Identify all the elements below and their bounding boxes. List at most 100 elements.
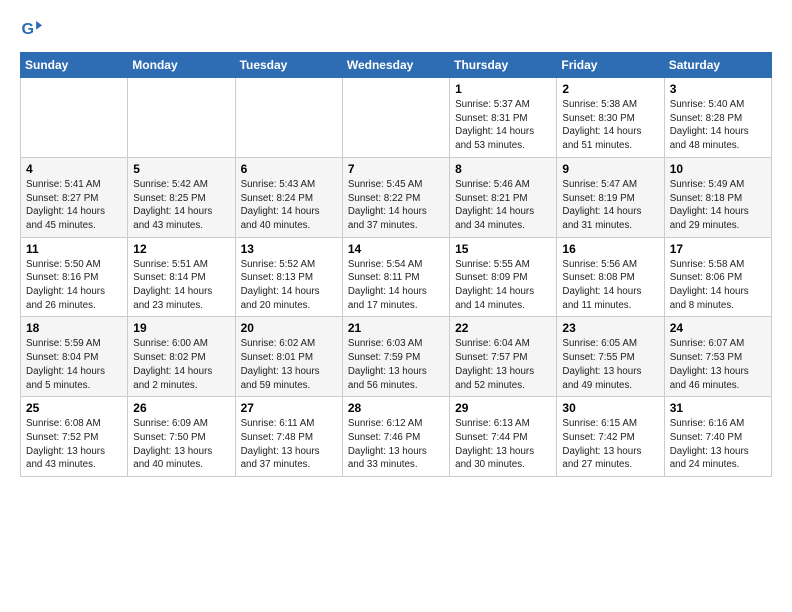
weekday-header-friday: Friday	[557, 53, 664, 78]
day-info: Sunrise: 5:41 AM Sunset: 8:27 PM Dayligh…	[26, 178, 122, 233]
day-number: 25	[26, 401, 122, 415]
calendar-cell: 3Sunrise: 5:40 AM Sunset: 8:28 PM Daylig…	[664, 78, 771, 158]
calendar-cell: 31Sunrise: 6:16 AM Sunset: 7:40 PM Dayli…	[664, 397, 771, 477]
day-number: 4	[26, 162, 122, 176]
calendar-cell: 18 Sunrise: 5:59 AM Sunset: 8:04 PM Dayli…	[21, 317, 128, 397]
day-info: Sunrise: 6:02 AM Sunset: 8:01 PM Dayligh…	[241, 337, 337, 392]
calendar-cell: 25 Sunrise: 6:08 AM Sunset: 7:52 PM Dayli…	[21, 397, 128, 477]
calendar-cell: 27 Sunrise: 6:11 AM Sunset: 7:48 PM Dayli…	[235, 397, 342, 477]
calendar-cell: 16 Sunrise: 5:56 AM Sunset: 8:08 PM Dayli…	[557, 237, 664, 317]
day-info: Sunrise: 6:03 AM Sunset: 7:59 PM Dayligh…	[348, 337, 444, 392]
day-number: 16	[562, 242, 658, 256]
day-number: 24	[670, 321, 766, 335]
day-info: Sunrise: 6:11 AM Sunset: 7:48 PM Dayligh…	[241, 417, 337, 472]
calendar-cell	[235, 78, 342, 158]
logo: G	[20, 18, 46, 40]
day-number: 28	[348, 401, 444, 415]
day-info: Sunrise: 5:49 AM Sunset: 8:18 PM Dayligh…	[670, 178, 766, 233]
weekday-header-saturday: Saturday	[664, 53, 771, 78]
day-number: 31	[670, 401, 766, 415]
day-info: Sunrise: 5:56 AM Sunset: 8:08 PM Dayligh…	[562, 258, 658, 313]
day-number: 26	[133, 401, 229, 415]
day-number: 18	[26, 321, 122, 335]
day-info: Sunrise: 6:08 AM Sunset: 7:52 PM Dayligh…	[26, 417, 122, 472]
day-info: Sunrise: 5:46 AM Sunset: 8:21 PM Dayligh…	[455, 178, 551, 233]
page: G SundayMondayTuesdayWednesdayThursdayFr…	[0, 0, 792, 487]
svg-text:G: G	[21, 20, 34, 38]
calendar-week-row: 11 Sunrise: 5:50 AM Sunset: 8:16 PM Dayli…	[21, 237, 772, 317]
day-number: 20	[241, 321, 337, 335]
calendar-cell: 30 Sunrise: 6:15 AM Sunset: 7:42 PM Dayli…	[557, 397, 664, 477]
day-info: Sunrise: 6:15 AM Sunset: 7:42 PM Dayligh…	[562, 417, 658, 472]
day-info: Sunrise: 6:05 AM Sunset: 7:55 PM Dayligh…	[562, 337, 658, 392]
header: G	[20, 18, 772, 40]
day-number: 15	[455, 242, 551, 256]
day-number: 23	[562, 321, 658, 335]
day-number: 27	[241, 401, 337, 415]
day-info: Sunrise: 6:00 AM Sunset: 8:02 PM Dayligh…	[133, 337, 229, 392]
day-info: Sunrise: 5:45 AM Sunset: 8:22 PM Dayligh…	[348, 178, 444, 233]
day-number: 1	[455, 82, 551, 96]
calendar-cell: 10 Sunrise: 5:49 AM Sunset: 8:18 PM Dayli…	[664, 157, 771, 237]
calendar-cell: 12Sunrise: 5:51 AM Sunset: 8:14 PM Dayli…	[128, 237, 235, 317]
calendar-cell: 21Sunrise: 6:03 AM Sunset: 7:59 PM Dayli…	[342, 317, 449, 397]
day-number: 5	[133, 162, 229, 176]
day-info: Sunrise: 6:12 AM Sunset: 7:46 PM Dayligh…	[348, 417, 444, 472]
day-info: Sunrise: 6:13 AM Sunset: 7:44 PM Dayligh…	[455, 417, 551, 472]
calendar-cell: 1 Sunrise: 5:37 AM Sunset: 8:31 PM Daylig…	[450, 78, 557, 158]
calendar-cell: 20 Sunrise: 6:02 AM Sunset: 8:01 PM Dayli…	[235, 317, 342, 397]
day-info: Sunrise: 5:43 AM Sunset: 8:24 PM Dayligh…	[241, 178, 337, 233]
calendar-cell: 8 Sunrise: 5:46 AM Sunset: 8:21 PM Daylig…	[450, 157, 557, 237]
calendar-cell: 15Sunrise: 5:55 AM Sunset: 8:09 PM Dayli…	[450, 237, 557, 317]
calendar-week-row: 1 Sunrise: 5:37 AM Sunset: 8:31 PM Daylig…	[21, 78, 772, 158]
day-number: 19	[133, 321, 229, 335]
day-info: Sunrise: 5:40 AM Sunset: 8:28 PM Dayligh…	[670, 98, 766, 153]
weekday-header-sunday: Sunday	[21, 53, 128, 78]
calendar-week-row: 25 Sunrise: 6:08 AM Sunset: 7:52 PM Dayli…	[21, 397, 772, 477]
calendar-cell: 2 Sunrise: 5:38 AM Sunset: 8:30 PM Daylig…	[557, 78, 664, 158]
calendar-cell: 4 Sunrise: 5:41 AM Sunset: 8:27 PM Daylig…	[21, 157, 128, 237]
day-info: Sunrise: 5:59 AM Sunset: 8:04 PM Dayligh…	[26, 337, 122, 392]
day-number: 22	[455, 321, 551, 335]
day-number: 29	[455, 401, 551, 415]
day-info: Sunrise: 5:42 AM Sunset: 8:25 PM Dayligh…	[133, 178, 229, 233]
calendar-cell: 17 Sunrise: 5:58 AM Sunset: 8:06 PM Dayli…	[664, 237, 771, 317]
day-number: 12	[133, 242, 229, 256]
day-number: 14	[348, 242, 444, 256]
calendar-cell: 24Sunrise: 6:07 AM Sunset: 7:53 PM Dayli…	[664, 317, 771, 397]
calendar-table: SundayMondayTuesdayWednesdayThursdayFrid…	[20, 52, 772, 477]
calendar-cell: 7 Sunrise: 5:45 AM Sunset: 8:22 PM Daylig…	[342, 157, 449, 237]
day-number: 9	[562, 162, 658, 176]
calendar-week-row: 18 Sunrise: 5:59 AM Sunset: 8:04 PM Dayli…	[21, 317, 772, 397]
weekday-header-monday: Monday	[128, 53, 235, 78]
day-number: 2	[562, 82, 658, 96]
calendar-cell: 9 Sunrise: 5:47 AM Sunset: 8:19 PM Daylig…	[557, 157, 664, 237]
calendar-cell: 13 Sunrise: 5:52 AM Sunset: 8:13 PM Dayli…	[235, 237, 342, 317]
day-number: 10	[670, 162, 766, 176]
day-number: 13	[241, 242, 337, 256]
calendar-cell: 29 Sunrise: 6:13 AM Sunset: 7:44 PM Dayli…	[450, 397, 557, 477]
day-number: 8	[455, 162, 551, 176]
day-info: Sunrise: 5:58 AM Sunset: 8:06 PM Dayligh…	[670, 258, 766, 313]
day-info: Sunrise: 6:09 AM Sunset: 7:50 PM Dayligh…	[133, 417, 229, 472]
day-info: Sunrise: 5:47 AM Sunset: 8:19 PM Dayligh…	[562, 178, 658, 233]
calendar-week-row: 4 Sunrise: 5:41 AM Sunset: 8:27 PM Daylig…	[21, 157, 772, 237]
calendar-cell	[342, 78, 449, 158]
day-info: Sunrise: 5:38 AM Sunset: 8:30 PM Dayligh…	[562, 98, 658, 153]
day-info: Sunrise: 6:04 AM Sunset: 7:57 PM Dayligh…	[455, 337, 551, 392]
day-info: Sunrise: 5:52 AM Sunset: 8:13 PM Dayligh…	[241, 258, 337, 313]
day-number: 17	[670, 242, 766, 256]
logo-icon: G	[20, 18, 42, 40]
day-number: 7	[348, 162, 444, 176]
calendar-cell	[21, 78, 128, 158]
day-number: 30	[562, 401, 658, 415]
day-number: 6	[241, 162, 337, 176]
calendar-cell: 26 Sunrise: 6:09 AM Sunset: 7:50 PM Dayli…	[128, 397, 235, 477]
day-info: Sunrise: 5:54 AM Sunset: 8:11 PM Dayligh…	[348, 258, 444, 313]
day-info: Sunrise: 5:50 AM Sunset: 8:16 PM Dayligh…	[26, 258, 122, 313]
calendar-cell: 6 Sunrise: 5:43 AM Sunset: 8:24 PM Daylig…	[235, 157, 342, 237]
day-number: 11	[26, 242, 122, 256]
day-info: Sunrise: 5:37 AM Sunset: 8:31 PM Dayligh…	[455, 98, 551, 153]
calendar-cell: 14 Sunrise: 5:54 AM Sunset: 8:11 PM Dayli…	[342, 237, 449, 317]
calendar-cell: 23 Sunrise: 6:05 AM Sunset: 7:55 PM Dayli…	[557, 317, 664, 397]
